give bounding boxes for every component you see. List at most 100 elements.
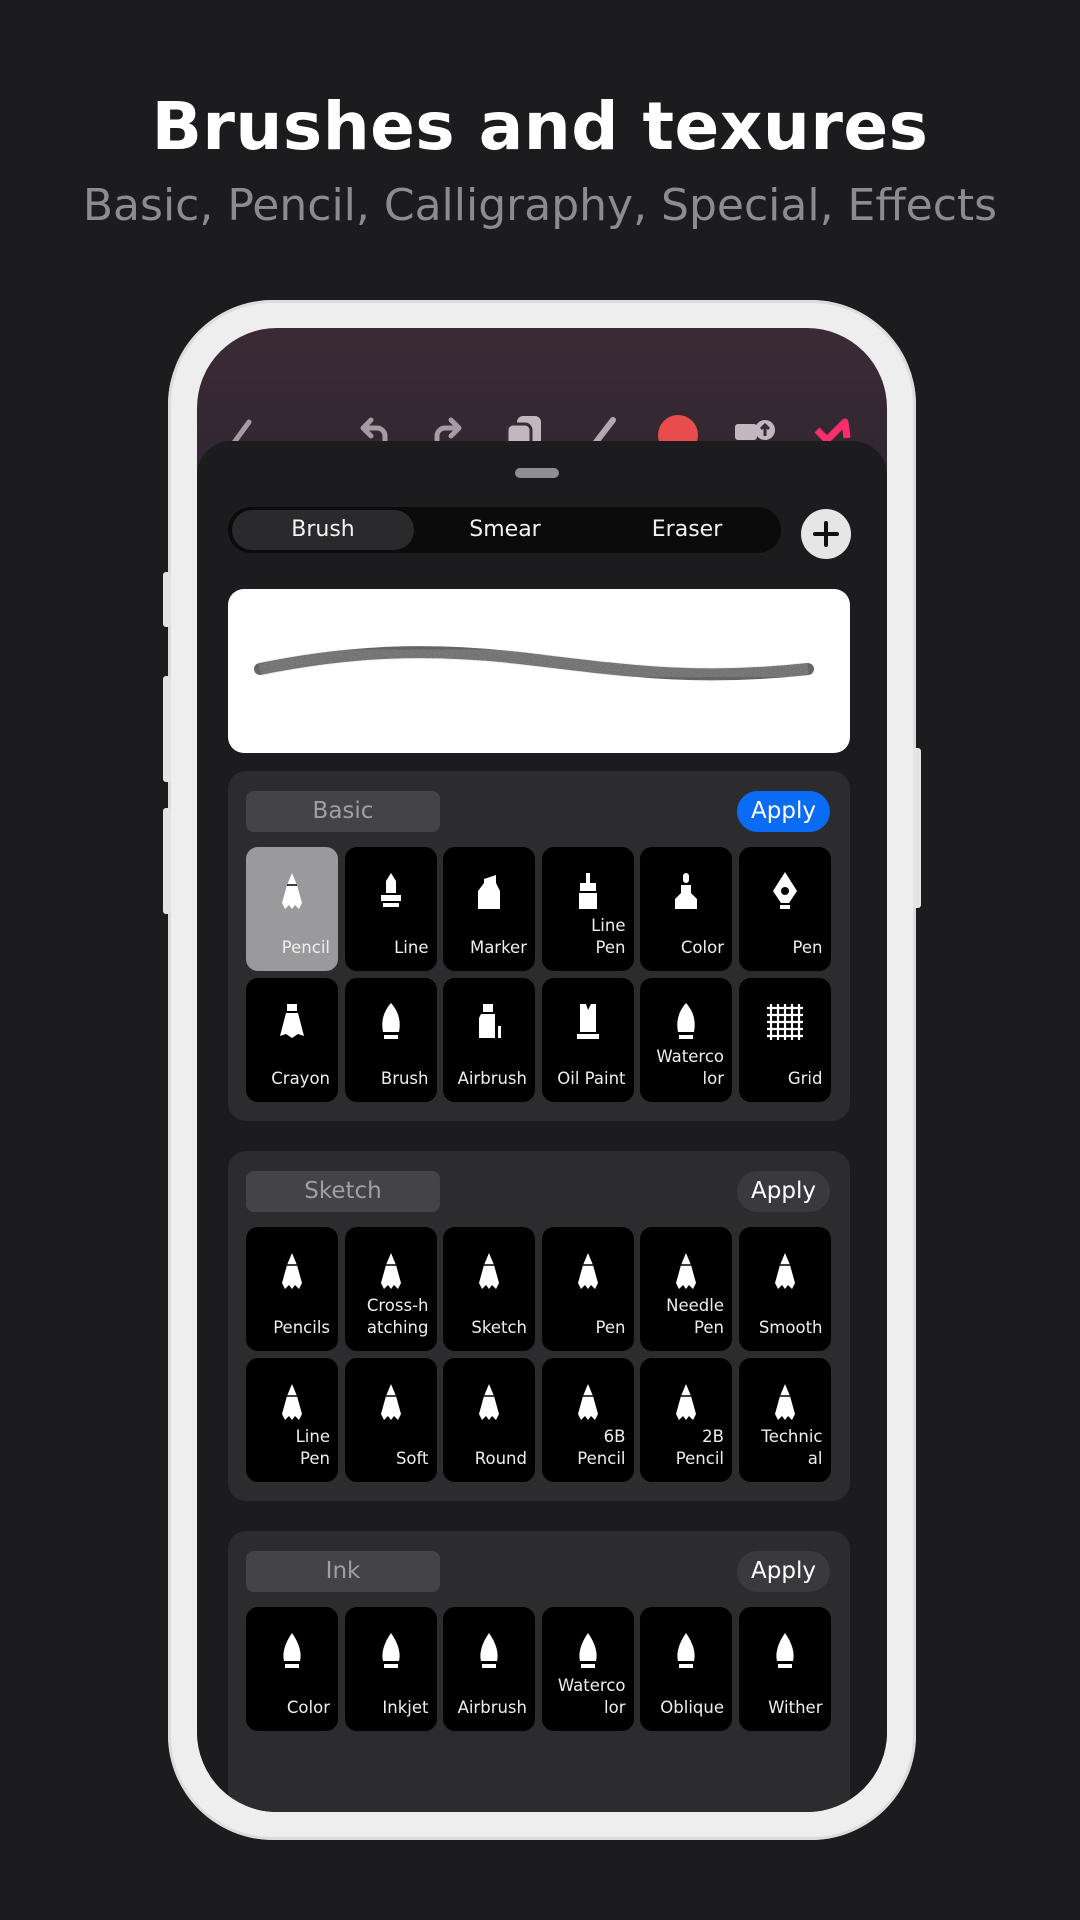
brush-label: Color — [286, 1698, 330, 1717]
ink-brush-icon — [775, 1633, 794, 1668]
brush-label: Color — [680, 938, 724, 957]
brush-label: Technic al — [761, 1427, 823, 1468]
phone-screen: Brush Smear Eraser Basic Apply Pencil Li… — [197, 328, 887, 1812]
pencil-brush-icon — [577, 1384, 598, 1420]
brush-tile[interactable]: Pen — [541, 1227, 634, 1351]
brush-sheet: Brush Smear Eraser Basic Apply Pencil Li… — [197, 441, 887, 1812]
brush-brush-icon — [381, 1003, 400, 1039]
brush-label: Pencils — [273, 1318, 330, 1337]
brush-label: Oil Paint — [557, 1069, 626, 1088]
tab-brush[interactable]: Brush — [232, 510, 414, 550]
brush-tile[interactable]: Soft — [344, 1358, 437, 1482]
sheet-drag-handle[interactable] — [515, 468, 559, 478]
brush-tile[interactable]: Airbrush — [443, 978, 535, 1102]
nib-brush-icon — [772, 872, 797, 909]
phone-mute-switch — [163, 572, 171, 627]
brush-tile[interactable]: Crayon — [246, 978, 338, 1102]
page-subtitle: Basic, Pencil, Calligraphy, Special, Eff… — [82, 180, 998, 231]
pencil-brush-icon — [380, 1253, 401, 1289]
brush-tile[interactable]: Brush — [344, 978, 437, 1102]
brush-label: Line Pen — [591, 916, 626, 957]
plus-icon — [813, 521, 839, 547]
brush-label: Pen — [792, 938, 823, 957]
pencil-brush-icon — [774, 1384, 795, 1420]
brush-tile[interactable]: Smooth — [738, 1227, 831, 1351]
brush-tile[interactable]: Technic al — [738, 1358, 831, 1482]
brush-tile[interactable]: Marker — [443, 847, 535, 971]
ink-brush-icon — [578, 1633, 597, 1668]
brush-label: Wither — [768, 1698, 823, 1717]
brush-label: Cross-h atching — [366, 1296, 429, 1337]
apply-button[interactable]: Apply — [737, 791, 830, 832]
brush-tile[interactable]: Oblique — [640, 1607, 732, 1731]
linepen-brush-icon — [578, 873, 597, 909]
page-title: Brushes and texures — [151, 88, 929, 165]
brush-label: Airbrush — [457, 1698, 527, 1717]
brush-mode-segmented-control: Brush Smear Eraser — [228, 507, 781, 553]
color-brush-icon — [675, 873, 697, 909]
grid-brush-icon — [766, 1004, 803, 1040]
brush-tile[interactable]: Line Pen — [541, 847, 634, 971]
tab-eraser[interactable]: Eraser — [596, 510, 778, 550]
brush-tile[interactable]: 6B Pencil — [541, 1358, 634, 1482]
brush-tile[interactable]: Color — [246, 1607, 338, 1731]
brush-tile[interactable]: Sketch — [443, 1227, 535, 1351]
brush-label: Sketch — [471, 1318, 527, 1337]
brush-tile[interactable]: Grid — [738, 978, 831, 1102]
airbrush-brush-icon — [479, 1004, 501, 1038]
brush-tile[interactable]: Cross-h atching — [344, 1227, 437, 1351]
brush-label: Grid — [787, 1069, 823, 1088]
brush-tile[interactable]: Waterco lor — [541, 1607, 634, 1731]
brush-label: Line — [394, 938, 429, 957]
line-brush-icon — [380, 873, 401, 907]
oil-brush-icon — [576, 1004, 599, 1039]
brush-tile[interactable]: Oil Paint — [541, 978, 634, 1102]
brush-label: Waterco lor — [557, 1676, 626, 1717]
brush-label: Brush — [380, 1069, 429, 1088]
add-brush-button[interactable] — [801, 509, 851, 559]
brush-label: Waterco lor — [656, 1047, 724, 1088]
pencil-brush-icon — [577, 1253, 598, 1289]
brush-tile[interactable]: Needle Pen — [640, 1227, 732, 1351]
brush-tile[interactable]: Inkjet — [344, 1607, 437, 1731]
brush-tile[interactable]: Color — [640, 847, 732, 971]
brush-preview — [228, 589, 850, 753]
ink-brush-icon — [677, 1633, 695, 1668]
brush-section-ink: Ink Apply Color Inkjet Airbrush Waterco … — [228, 1531, 850, 1812]
brush-section-basic: Basic Apply Pencil Line Marker Line Pen … — [228, 771, 850, 1121]
brush-tile[interactable]: Wither — [738, 1607, 831, 1731]
pencil-brush-icon — [676, 1384, 696, 1420]
brush-tile[interactable]: Line Pen — [246, 1358, 338, 1482]
brush-section-sketch: Sketch Apply Pencils Cross-h atching Ske… — [228, 1151, 850, 1501]
brush-label: Inkjet — [382, 1698, 429, 1717]
pencil-brush-icon — [380, 1384, 401, 1420]
section-title: Basic — [246, 791, 440, 832]
brush-tile[interactable]: Pencils — [246, 1227, 338, 1351]
brush-label: Pen — [595, 1318, 626, 1337]
section-title: Ink — [246, 1551, 440, 1592]
brush-tile[interactable]: 2B Pencil — [640, 1358, 732, 1482]
apply-button[interactable]: Apply — [737, 1171, 830, 1212]
brush-label: Airbrush — [457, 1069, 527, 1088]
pencil-brush-icon — [282, 1253, 302, 1289]
ink-brush-icon — [381, 1633, 400, 1668]
brush-label: 2B Pencil — [675, 1427, 724, 1468]
marker-brush-icon — [478, 875, 500, 909]
brush-tile[interactable]: Pencil — [246, 847, 338, 971]
pencil-brush-icon — [282, 873, 302, 909]
brush-tile[interactable]: Round — [443, 1358, 535, 1482]
pencil-brush-icon — [479, 1253, 499, 1289]
brush-label: Oblique — [660, 1698, 724, 1717]
brush-tile[interactable]: Waterco lor — [640, 978, 732, 1102]
phone-volume-down — [163, 808, 171, 914]
pencil-brush-icon — [282, 1384, 302, 1420]
pencil-brush-icon — [774, 1253, 795, 1289]
tab-smear[interactable]: Smear — [414, 510, 596, 550]
brush-tile[interactable]: Line — [344, 847, 437, 971]
brush-tile[interactable]: Airbrush — [443, 1607, 535, 1731]
apply-button[interactable]: Apply — [737, 1551, 830, 1592]
ink-brush-icon — [283, 1633, 301, 1668]
pencil-brush-icon — [676, 1253, 696, 1289]
brush-label: Crayon — [271, 1069, 330, 1088]
brush-tile[interactable]: Pen — [738, 847, 831, 971]
